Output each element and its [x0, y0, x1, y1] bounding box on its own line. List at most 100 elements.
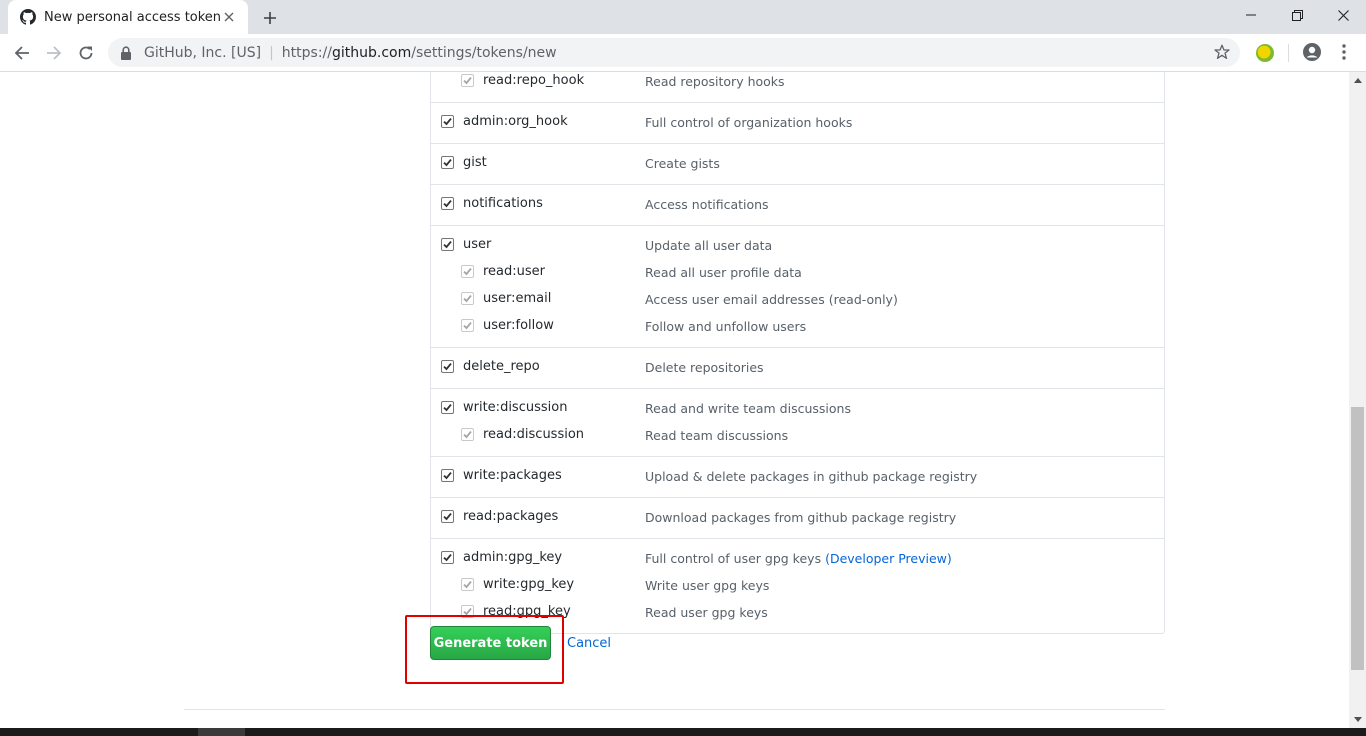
scope-description: Read and write team discussions [645, 401, 851, 416]
reload-icon[interactable] [72, 39, 100, 67]
new-tab-icon[interactable] [258, 6, 282, 30]
scope-name: read:repo_hook [483, 73, 585, 88]
scope-description: Write user gpg keys [645, 578, 769, 593]
address-bar[interactable]: GitHub, Inc. [US] | https://github.com/s… [108, 38, 1240, 67]
scope-checkbox[interactable] [461, 578, 474, 591]
scope-description-text: Follow and unfollow users [645, 319, 807, 334]
taskbar-app[interactable] [198, 728, 245, 736]
generate-token-button[interactable]: Generate token [430, 626, 551, 660]
scope-group: gist Create gists [431, 143, 1164, 184]
scope-description: Access user email addresses (read-only) [645, 292, 898, 307]
scroll-up-icon[interactable] [1349, 72, 1366, 89]
scope-checkbox[interactable] [441, 551, 454, 564]
scope-name: user [463, 237, 492, 252]
scope-checkbox[interactable] [461, 265, 474, 278]
scope-checkbox[interactable] [441, 469, 454, 482]
scope-row: user:follow Follow and unfollow users [431, 313, 1164, 340]
footer-divider [184, 709, 1165, 710]
scope-name: delete_repo [463, 359, 540, 374]
github-icon [20, 9, 36, 25]
url-scheme: https:// [281, 44, 332, 61]
scope-name: read:packages [463, 509, 559, 524]
scope-description-text: Read user gpg keys [645, 605, 768, 620]
scope-row: read:packages Download packages from gith… [431, 504, 1164, 531]
scope-name: write:gpg_key [483, 577, 575, 592]
extension-icon[interactable] [1256, 44, 1274, 62]
scope-checkbox[interactable] [441, 115, 454, 128]
scope-checkbox[interactable] [461, 292, 474, 305]
scope-description: Create gists [645, 156, 720, 171]
scope-description: Upload & delete packages in github packa… [645, 469, 977, 484]
scope-row: read:user Read all user profile data [431, 259, 1164, 286]
scope-description-text: Upload & delete packages in github packa… [645, 469, 978, 484]
scope-group: user Update all user data read:user Read al… [431, 225, 1164, 347]
scope-row: read:discussion Read team discussions [431, 422, 1164, 449]
scope-description: Full control of user gpg keys (Developer… [645, 551, 952, 566]
scope-description: Read all user profile data [645, 265, 802, 280]
scope-row: notifications Access notifications [431, 191, 1164, 218]
scroll-down-icon[interactable] [1349, 711, 1366, 728]
close-window-icon[interactable] [1320, 0, 1366, 30]
scope-description: Update all user data [645, 238, 772, 253]
scope-name: user:follow [483, 318, 554, 333]
scope-description: Follow and unfollow users [645, 319, 806, 334]
scope-description-text: Download packages from github package re… [645, 510, 957, 525]
scope-name: write:packages [463, 468, 562, 483]
scope-checkbox[interactable] [461, 428, 474, 441]
scrollbar-thumb[interactable] [1351, 407, 1364, 670]
profile-avatar-icon[interactable] [1302, 42, 1322, 62]
scope-checkbox[interactable] [441, 197, 454, 210]
cancel-link[interactable]: Cancel [567, 636, 611, 651]
bookmark-star-icon[interactable] [1214, 44, 1230, 60]
scope-name: user:email [483, 291, 552, 306]
browser-tab[interactable]: New personal access token [8, 0, 248, 34]
scope-group: notifications Access notifications [431, 184, 1164, 225]
developer-preview-link[interactable]: (Developer Preview) [825, 551, 952, 566]
close-tab-icon[interactable] [220, 8, 238, 26]
scope-row: write:packages Upload & delete packages i… [431, 463, 1164, 490]
scope-name: admin:gpg_key [463, 550, 563, 565]
browser-toolbar: GitHub, Inc. [US] | https://github.com/s… [0, 34, 1366, 72]
scope-checkbox[interactable] [461, 74, 474, 87]
scope-description-text: Read repository hooks [645, 74, 785, 89]
back-arrow-icon[interactable] [8, 39, 36, 67]
scope-description-text: Access user email addresses (read-only) [645, 292, 898, 307]
scope-group: write:discussion Read and write team disc… [431, 388, 1164, 456]
kebab-menu-icon[interactable] [1334, 42, 1354, 62]
scope-description-text: Read all user profile data [645, 265, 802, 280]
toolbar-divider [1288, 44, 1289, 62]
scope-checkbox[interactable] [461, 319, 474, 332]
url-path: /settings/tokens/new [411, 44, 557, 61]
scope-description: Read team discussions [645, 428, 788, 443]
page-scrollbar[interactable] [1349, 72, 1366, 728]
os-taskbar [0, 728, 1366, 736]
tab-strip: New personal access token [0, 0, 1366, 34]
scope-group: write:packages Upload & delete packages i… [431, 456, 1164, 497]
scope-group: delete_repo Delete repositories [431, 347, 1164, 388]
scope-checkbox[interactable] [441, 510, 454, 523]
tab-title: New personal access token [44, 9, 220, 25]
scope-name: read:user [483, 264, 546, 279]
forward-arrow-icon[interactable] [40, 39, 68, 67]
scope-checkbox[interactable] [441, 401, 454, 414]
lock-icon [120, 45, 132, 60]
scope-description-text: Create gists [645, 156, 720, 171]
scope-row: gist Create gists [431, 150, 1164, 177]
restore-icon[interactable] [1274, 0, 1320, 30]
scopes-list: read:repo_hook Read repository hooks admin… [430, 72, 1165, 634]
scope-name: gist [463, 155, 487, 170]
scope-description-text: Full control of organization hooks [645, 115, 853, 130]
scope-row: user Update all user data [431, 232, 1164, 259]
url-separator: | [269, 44, 274, 61]
page-viewport: read:repo_hook Read repository hooks admin… [0, 72, 1349, 728]
certificate-org: GitHub, Inc. [US] [144, 44, 262, 61]
scope-description: Access notifications [645, 197, 769, 212]
scope-checkbox[interactable] [441, 360, 454, 373]
scope-checkbox[interactable] [441, 238, 454, 251]
url-host: github.com [331, 44, 412, 61]
scope-description: Read repository hooks [645, 74, 785, 89]
minimize-icon[interactable] [1228, 0, 1274, 30]
scope-description-text: Write user gpg keys [645, 578, 770, 593]
scope-row: admin:gpg_key Full control of user gpg ke… [431, 545, 1164, 572]
scope-checkbox[interactable] [441, 156, 454, 169]
